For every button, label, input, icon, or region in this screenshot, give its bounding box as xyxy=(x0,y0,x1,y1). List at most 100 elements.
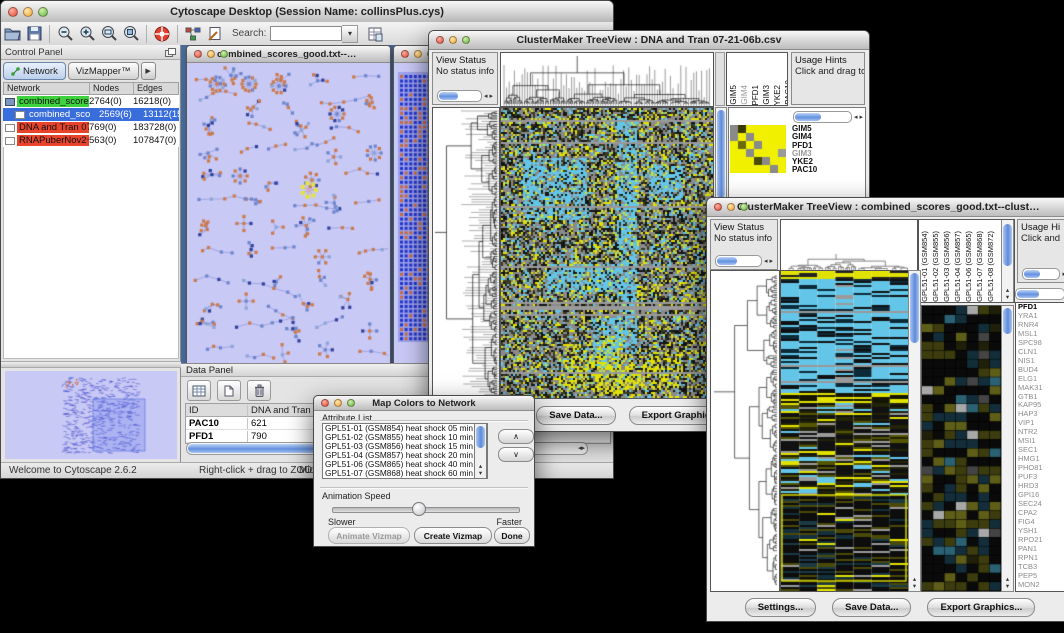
scroll-arrows-icon[interactable]: ▴▾ xyxy=(1002,287,1013,301)
network-graph-canvas[interactable] xyxy=(187,62,388,363)
close-icon[interactable] xyxy=(194,50,202,58)
tv2-global-heatmap[interactable] xyxy=(780,270,909,592)
scrollbar-thumb[interactable] xyxy=(1024,270,1040,278)
save-data-button[interactable]: Save Data... xyxy=(832,598,911,617)
scroll-arrows-icon[interactable]: ◂▸ xyxy=(578,443,585,454)
tv2-titlebar[interactable]: ClusterMaker TreeView : combined_scores_… xyxy=(707,198,1064,217)
tv2-column-dendrogram[interactable] xyxy=(780,219,918,272)
dialog-titlebar[interactable]: Map Colors to Network xyxy=(314,396,534,411)
scrollbar-thumb[interactable] xyxy=(1017,290,1039,298)
report-button[interactable] xyxy=(364,24,386,44)
column-label[interactable]: GIM4 xyxy=(740,85,750,105)
zoom-fit-button[interactable] xyxy=(98,24,120,44)
close-icon[interactable] xyxy=(401,50,409,58)
select-attributes-button[interactable] xyxy=(187,380,211,401)
tab-network[interactable]: Network xyxy=(3,62,66,80)
listbox-scrollbar[interactable]: ▴▾ xyxy=(474,423,487,479)
save-data-button[interactable]: Save Data... xyxy=(536,406,615,425)
close-icon[interactable] xyxy=(436,36,444,44)
tv1-zoom-hscrollbar[interactable]: ◂▸ xyxy=(793,111,863,122)
tab-overflow-button[interactable]: ▶ xyxy=(141,62,156,80)
search-dropdown-button[interactable]: ▾ xyxy=(342,25,358,43)
view-status-scrollbar[interactable]: ◂▸ xyxy=(437,91,493,101)
minimize-icon[interactable] xyxy=(334,399,342,407)
column-label[interactable]: GIM3 xyxy=(762,85,772,105)
zoom-window-icon[interactable] xyxy=(38,7,48,17)
column-edges[interactable]: Edges xyxy=(134,83,178,94)
scrollbar-thumb[interactable] xyxy=(910,273,919,343)
zoom-window-icon[interactable] xyxy=(462,36,470,44)
scroll-right-icon[interactable]: ▸ xyxy=(489,92,493,100)
settings-button[interactable]: Settings... xyxy=(745,598,816,617)
minimize-icon[interactable] xyxy=(727,203,735,211)
scrollbar-thumb[interactable] xyxy=(1003,224,1012,266)
tv2-zoom-scrollbar[interactable]: ▴▾ xyxy=(1001,305,1014,592)
column-label[interactable]: GPL51-06 (GSM865) xyxy=(963,231,974,302)
tv2-header-scrollbar[interactable]: ▴▾ xyxy=(1001,220,1014,302)
network-row[interactable]: combined_sco 2569(6) 13112(15) xyxy=(3,108,179,121)
move-down-button[interactable]: ∨ xyxy=(498,447,534,462)
scrollbar-thumb[interactable] xyxy=(439,92,458,100)
scrollbar-track[interactable] xyxy=(715,255,762,267)
row-label[interactable]: PAC10 xyxy=(792,166,864,174)
scrollbar-thumb[interactable] xyxy=(476,426,485,448)
zoom-window-icon[interactable] xyxy=(347,399,355,407)
open-file-button[interactable] xyxy=(1,24,23,44)
tv1-titlebar[interactable]: ClusterMaker TreeView : DNA and Tran 07-… xyxy=(429,31,869,50)
column-label[interactable]: GIM5 xyxy=(729,85,739,105)
minimize-icon[interactable] xyxy=(23,7,33,17)
network-row[interactable]: RNAPuberNov2+ 563(0) 107847(0) xyxy=(3,134,179,147)
tab-vizmapper[interactable]: VizMapper™ xyxy=(68,62,139,80)
panel-splitter[interactable] xyxy=(1,361,181,368)
network-overview-panel[interactable] xyxy=(5,371,177,459)
usage-hints-scrollbar[interactable]: ▸ xyxy=(1022,269,1064,279)
tv2-gene-hscrollbar[interactable]: ▸ xyxy=(1015,288,1064,300)
minimize-icon[interactable] xyxy=(207,50,215,58)
column-label[interactable]: GPL51-08 (GSM872) xyxy=(985,231,996,302)
scroll-arrows-icon[interactable]: ▴▾ xyxy=(909,576,920,590)
delete-attribute-button[interactable] xyxy=(247,380,271,401)
export-graphics-button[interactable]: Export Graphics... xyxy=(927,598,1035,617)
gene-label[interactable]: MON2 xyxy=(1018,581,1064,590)
scroll-right-icon[interactable]: ▸ xyxy=(769,257,773,265)
column-label[interactable]: PFD1 xyxy=(751,85,761,105)
view-status-scrollbar[interactable]: ◂▸ xyxy=(715,256,773,266)
scrollbar-thumb[interactable] xyxy=(717,257,737,265)
tv2-row-dendrogram[interactable] xyxy=(710,270,780,592)
tv1-zoom-heatmap[interactable] xyxy=(730,125,786,173)
speed-slider-thumb[interactable] xyxy=(412,502,426,516)
scrollbar-thumb[interactable] xyxy=(717,110,725,198)
zoom-window-icon[interactable] xyxy=(220,50,228,58)
close-icon[interactable] xyxy=(714,203,722,211)
vizmap-button[interactable] xyxy=(182,24,204,44)
search-input[interactable] xyxy=(270,26,342,41)
tv2-vertical-scrollbar[interactable]: ▴▾ xyxy=(908,270,921,592)
column-label[interactable]: YKE2 xyxy=(773,85,783,105)
scrollbar-thumb[interactable] xyxy=(795,113,821,121)
scroll-left-icon[interactable]: ◂ xyxy=(854,113,858,121)
network-row[interactable]: DNA and Tran 07 769(0) 183728(0) xyxy=(3,121,179,134)
create-vizmap-button[interactable]: Create Vizmap xyxy=(414,527,492,544)
zoom-in-button[interactable] xyxy=(76,24,98,44)
animate-vizmap-button[interactable]: Animate Vizmap xyxy=(328,527,410,544)
tv2-zoom-heatmap[interactable] xyxy=(921,305,1002,592)
attribute-item[interactable]: GPL51-07 (GSM868) heat shock 60 min xyxy=(323,469,487,478)
zoom-selected-button[interactable] xyxy=(120,24,142,44)
scroll-arrows-icon[interactable]: ▴▾ xyxy=(475,463,486,477)
scroll-right-icon[interactable]: ▸ xyxy=(859,113,863,121)
column-label[interactable]: PAC10 xyxy=(784,80,788,105)
close-icon[interactable] xyxy=(321,399,329,407)
scroll-left-icon[interactable]: ◂ xyxy=(484,92,488,100)
zoom-window-icon[interactable] xyxy=(740,203,748,211)
column-label[interactable]: GPL51-04 (GSM857) xyxy=(952,231,963,302)
scrollbar-track[interactable] xyxy=(437,90,482,102)
network-row[interactable]: combined_scores 2764(0) 16218(0) xyxy=(3,95,179,108)
new-attribute-button[interactable] xyxy=(217,380,241,401)
done-button[interactable]: Done xyxy=(494,527,530,544)
column-label[interactable]: GPL51-02 (GSM855) xyxy=(930,231,941,302)
column-nodes[interactable]: Nodes xyxy=(90,83,134,94)
help-button[interactable] xyxy=(151,24,173,44)
column-network[interactable]: Network xyxy=(4,83,90,94)
scrollbar-track[interactable] xyxy=(1022,268,1060,280)
tv1-global-heatmap[interactable] xyxy=(500,107,714,399)
